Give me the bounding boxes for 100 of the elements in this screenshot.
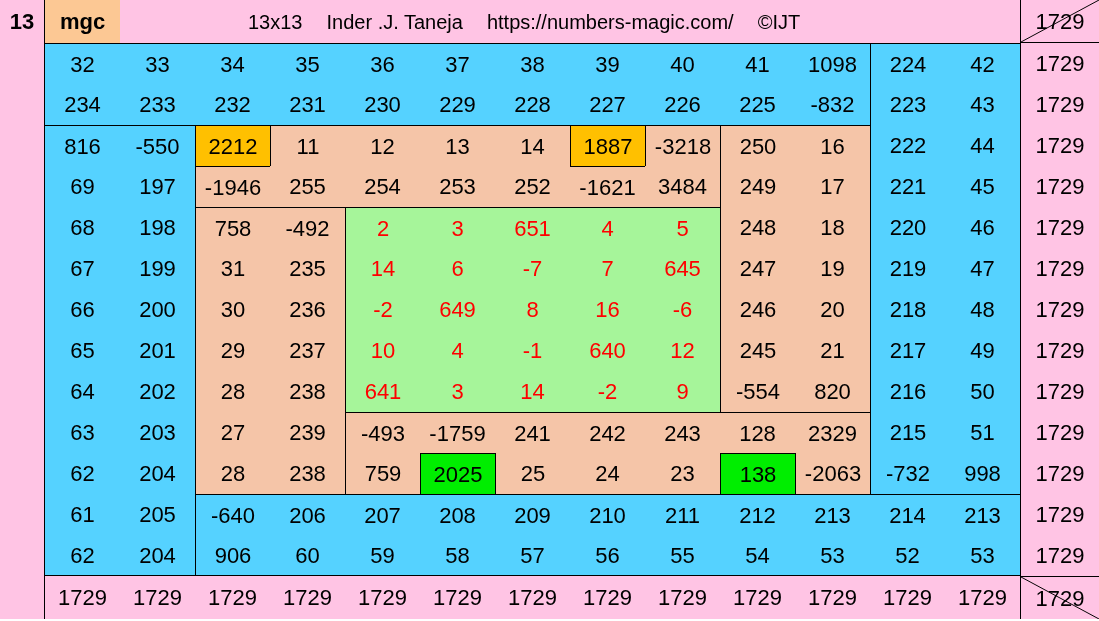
table-cell: 235 [270,248,345,289]
table-cell: 246 [720,289,795,330]
table-cell: 25 [495,453,570,494]
table-cell: 3 [420,207,495,248]
table-cell: 245 [720,330,795,371]
table-cell: 16 [795,125,870,166]
table-cell: 37 [420,43,495,84]
table-cell: 758 [195,207,270,248]
table-cell: -732 [870,453,945,494]
table-cell: 55 [645,535,720,576]
table-cell: 28 [195,371,270,412]
table-cell: 41 [720,43,795,84]
table-cell: 238 [270,453,345,494]
table-cell: 216 [870,371,945,412]
table-cell: 253 [420,166,495,207]
table-cell: 45 [945,166,1020,207]
table-cell: 35 [270,43,345,84]
table-cell: 206 [270,494,345,535]
table-cell: 197 [120,166,195,207]
table-cell: 226 [645,84,720,125]
table-cell: 213 [945,494,1020,535]
total-cell: 1729 [1020,166,1099,207]
table-cell: 213 [795,494,870,535]
table-cell: 221 [870,166,945,207]
table-cell: 247 [720,248,795,289]
table-cell: 1098 [795,43,870,84]
total-cell: 1729 [945,576,1020,619]
table-cell: -550 [120,125,195,166]
title-text: https://numbers-magic.com/ [486,9,734,35]
total-cell: 1729 [1020,289,1099,330]
table-cell: 24 [570,453,645,494]
table-cell: 28 [195,453,270,494]
table-cell: 33 [120,43,195,84]
table-cell: 210 [570,494,645,535]
table-cell: 1887 [570,125,645,166]
table-cell: 38 [495,43,570,84]
table-cell: 3484 [645,166,720,207]
table-cell: 5 [645,207,720,248]
table-cell: 254 [345,166,420,207]
table-cell: 64 [45,371,120,412]
table-cell: 66 [45,289,120,330]
table-cell: 255 [270,166,345,207]
table-cell: 201 [120,330,195,371]
table-cell: 219 [870,248,945,289]
table-cell: 816 [45,125,120,166]
table-cell: -7 [495,248,570,289]
total-cell: 1729 [870,576,945,619]
table-cell: 218 [870,289,945,330]
table-cell: 640 [570,330,645,371]
table-cell: 13 [420,125,495,166]
table-cell: 223 [870,84,945,125]
table-cell: -2 [345,289,420,330]
table-cell: 14 [495,125,570,166]
table-cell: 4 [420,330,495,371]
table-cell: 234 [45,84,120,125]
table-cell: 20 [795,289,870,330]
table-cell: 17 [795,166,870,207]
total-cell: 1729 [195,576,270,619]
table-cell: 243 [645,412,720,453]
table-cell: 250 [720,125,795,166]
total-cell: 1729 [795,576,870,619]
table-cell: 14 [345,248,420,289]
total-cell: 1729 [345,576,420,619]
table-cell: 40 [645,43,720,84]
total-cell: 1729 [270,576,345,619]
table-cell: 65 [45,330,120,371]
table-cell: 58 [420,535,495,576]
row-header [0,576,45,619]
table-cell: 236 [270,289,345,330]
total-cell: 1729 [45,576,120,619]
table-cell: 215 [870,412,945,453]
table-cell: 18 [795,207,870,248]
table-cell: 998 [945,453,1020,494]
total-cell: 1729 [1020,453,1099,494]
table-cell: -6 [645,289,720,330]
table-cell: 48 [945,289,1020,330]
table-cell: 232 [195,84,270,125]
table-cell: 2025 [420,453,495,494]
table-cell: 248 [720,207,795,248]
table-cell: 42 [945,43,1020,84]
table-cell: 39 [570,43,645,84]
table-cell: 62 [45,535,120,576]
table-cell: 651 [495,207,570,248]
table-cell: 239 [270,412,345,453]
table-cell: 14 [495,371,570,412]
table-cell: 7 [570,248,645,289]
table-cell: -640 [195,494,270,535]
table-cell: 8 [495,289,570,330]
table-cell: 11 [270,125,345,166]
table-cell: 205 [120,494,195,535]
table-cell: 2212 [195,125,270,166]
table-cell: 212 [720,494,795,535]
table-cell: 61 [45,494,120,535]
table-cell: -492 [270,207,345,248]
table-cell: 217 [870,330,945,371]
title-text: ©IJT [757,9,801,35]
table-cell: -1946 [195,166,270,207]
table-cell: -1621 [570,166,645,207]
table-cell: -1759 [420,412,495,453]
table-cell: 645 [645,248,720,289]
